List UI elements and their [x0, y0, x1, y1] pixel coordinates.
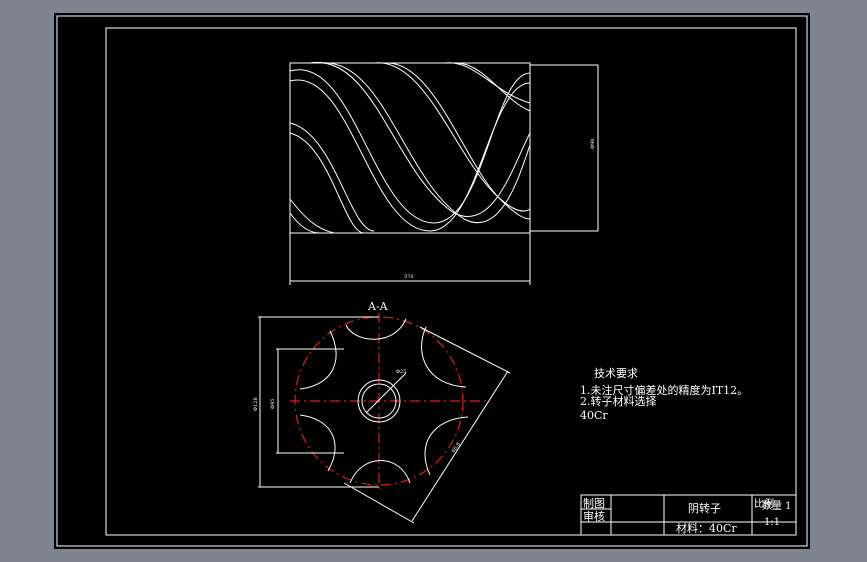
- tech-heading: 技术要求: [594, 367, 638, 380]
- rotor-body-outline: [289, 62, 531, 234]
- lobe-top: [345, 318, 407, 340]
- rotor-shaft-outline: [529, 64, 599, 232]
- dim-ext-c-1: [419, 326, 511, 374]
- drawn-label: 制图: [583, 497, 605, 510]
- dim-hole-text: Φ25: [396, 369, 406, 375]
- helix-curve-7: [373, 62, 531, 212]
- bore-leader: [365, 372, 407, 414]
- dim-diameter-text: Φ96: [590, 139, 596, 149]
- rotor-side-view: 370 Φ96: [289, 62, 599, 285]
- lobe-bottom: [349, 460, 411, 484]
- tech-item-3: 40Cr: [580, 409, 608, 422]
- tech-item-2: 2.转子材料选择: [580, 394, 657, 408]
- lobe-bottom-left: [299, 414, 336, 472]
- section-label: A-A: [367, 300, 389, 313]
- material-label: 材料：40Cr: [676, 521, 737, 535]
- dim-c-text: 66.8: [451, 442, 462, 455]
- part-name: 阴转子: [688, 501, 721, 515]
- helix-curve-12: [289, 198, 335, 234]
- scale-label: 1:1: [764, 517, 780, 528]
- checked-label: 审核: [583, 509, 605, 523]
- quantity-label: 数量 1: [762, 499, 792, 512]
- dim-length-text: 370: [404, 274, 414, 280]
- helix-curve-1: [289, 69, 531, 224]
- section-view: A-A Φ25 Φ128 Φ85 66.8: [253, 300, 511, 524]
- helix-curve-9: [443, 62, 531, 104]
- drawing-sheet: 370 Φ96 A-A Φ25 Φ128 Φ85 66.8 技术要求 1.未注尺…: [54, 13, 810, 549]
- tech-requirements: 技术要求 1.未注尺寸偏差处的精度为IT12。 2.转子材料选择 40Cr: [580, 367, 748, 422]
- cad-drawing: 370 Φ96 A-A Φ25 Φ128 Φ85 66.8 技术要求 1.未注尺…: [56, 15, 808, 547]
- dim-a-text: Φ128: [253, 397, 259, 411]
- title-block: 制图 审核 阴转子 材料：40Cr 比例 数量 1 1:1: [580, 494, 797, 536]
- helix-curve-4: [289, 132, 365, 234]
- dim-b-text: Φ85: [270, 399, 276, 409]
- helix-curve-8: [385, 62, 531, 220]
